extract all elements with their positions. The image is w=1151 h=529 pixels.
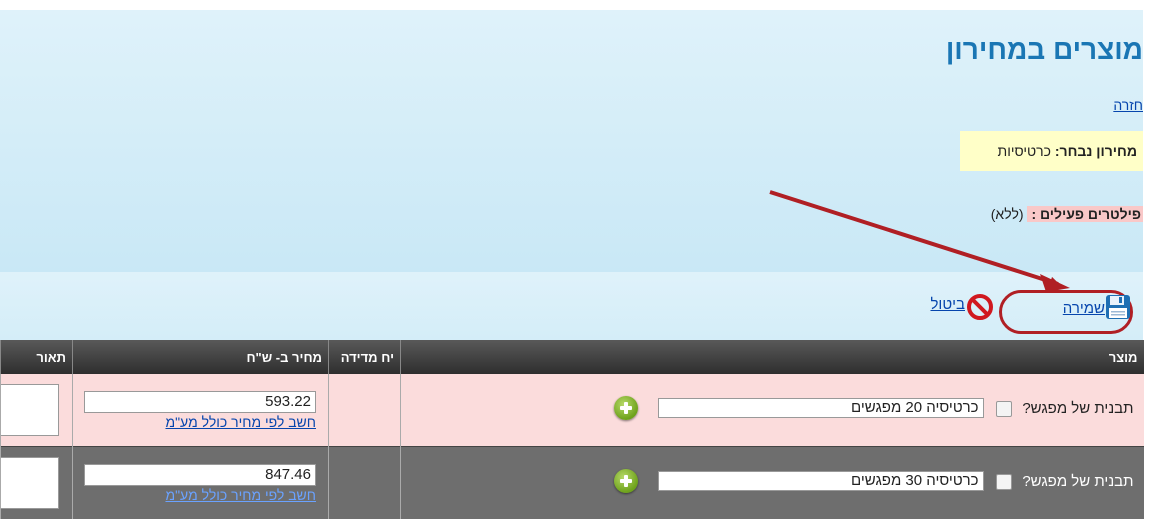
description-input[interactable] <box>1 457 59 509</box>
page: מוצרים במחירון חזרה מחירון נבחר: כרטיסיו… <box>0 10 1144 529</box>
products-table: מוצר יח מדידה מחיר ב- ש"ח תאור תבנית של … <box>0 340 1144 519</box>
calc-vat-link[interactable]: חשב לפי מחיר כולל מע"מ <box>165 414 316 430</box>
cancel-button[interactable]: ביטול <box>930 296 965 313</box>
floppy-disk-icon[interactable] <box>1105 294 1131 320</box>
description-cell <box>0 446 73 519</box>
header: מוצרים במחירון חזרה מחירון נבחר: כרטיסיו… <box>0 10 1143 273</box>
calc-vat-link[interactable]: חשב לפי מחיר כולל מע"מ <box>165 487 316 503</box>
column-header-description[interactable]: תאור <box>0 340 73 374</box>
unit-cell <box>328 446 401 519</box>
toolbar: שמירה ביטול <box>0 272 1143 340</box>
active-filters: פילטרים פעילים : (ללא) <box>991 201 1143 227</box>
filters-label: פילטרים פעילים : <box>1027 206 1143 222</box>
table-header-row: מוצר יח מדידה מחיר ב- ש"ח תאור <box>0 340 1144 374</box>
back-link[interactable]: חזרה <box>1113 97 1143 113</box>
table-row: תבנית של מפגש? כרטיסיה 30 מפגשים 847.46 … <box>0 446 1144 519</box>
product-cell: תבנית של מפגש? כרטיסיה 20 מפגשים <box>400 374 1144 447</box>
template-checkbox[interactable] <box>995 474 1012 490</box>
product-name-input[interactable]: כרטיסיה 20 מפגשים <box>657 398 984 418</box>
product-cell: תבנית של מפגש? כרטיסיה 30 מפגשים <box>400 446 1144 519</box>
add-icon[interactable] <box>613 469 638 493</box>
save-button[interactable]: שמירה <box>1063 300 1105 317</box>
price-input[interactable]: 593.22 <box>84 391 316 413</box>
product-name-input[interactable]: כרטיסיה 30 מפגשים <box>657 471 984 491</box>
price-input[interactable]: 847.46 <box>84 464 316 486</box>
page-title: מוצרים במחירון <box>945 34 1143 65</box>
cancel-icon[interactable] <box>967 294 993 320</box>
template-checkbox[interactable] <box>995 401 1012 417</box>
price-cell: 847.46 חשב לפי מחיר כולל מע"מ <box>72 446 329 519</box>
selected-pricelist: מחירון נבחר: כרטיסיות <box>960 131 1143 171</box>
column-header-unit[interactable]: יח מדידה <box>328 340 401 374</box>
unit-cell <box>328 374 401 447</box>
add-icon[interactable] <box>613 396 638 420</box>
template-label: תבנית של מפגש? <box>1022 473 1134 490</box>
table-row: תבנית של מפגש? כרטיסיה 20 מפגשים 593.22 … <box>0 374 1144 447</box>
column-header-price[interactable]: מחיר ב- ש"ח <box>72 340 329 374</box>
pricelist-label: מחירון נבחר: <box>1054 143 1137 159</box>
column-header-product[interactable]: מוצר <box>400 340 1144 374</box>
description-cell <box>0 374 73 447</box>
filters-value: (ללא) <box>990 206 1024 222</box>
pricelist-value: כרטיסיות <box>997 143 1051 159</box>
price-cell: 593.22 חשב לפי מחיר כולל מע"מ <box>72 374 329 447</box>
template-label: תבנית של מפגש? <box>1022 400 1134 417</box>
description-input[interactable] <box>1 384 59 436</box>
